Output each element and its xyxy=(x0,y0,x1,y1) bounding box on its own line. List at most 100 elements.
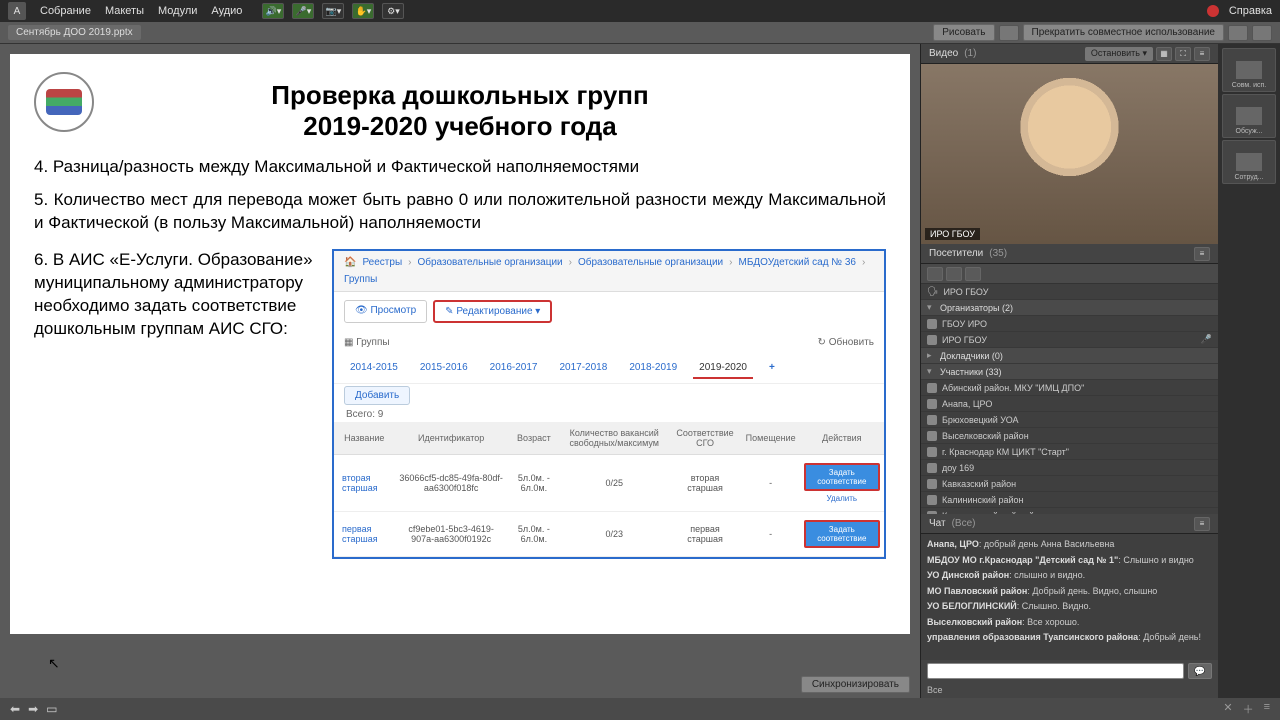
slide-thumbnails-button[interactable]: ▭ xyxy=(46,702,57,716)
menu-help[interactable]: Справка xyxy=(1229,5,1272,17)
slide-para-6: 6. В АИС «Е-Услуги. Образование» муницип… xyxy=(34,249,314,559)
adobe-logo-icon: A xyxy=(8,2,26,20)
chat-input[interactable] xyxy=(927,663,1184,679)
home-icon: 🏠 xyxy=(344,257,356,268)
camera-icon[interactable]: 📷▾ xyxy=(322,3,344,19)
attendees-toolbar xyxy=(921,264,1218,284)
add-year-button[interactable]: + xyxy=(763,358,781,379)
chat-message: Выселковский район: Все хорошо. xyxy=(927,616,1212,630)
send-button[interactable]: 💬 xyxy=(1188,663,1212,679)
attendee-tool-icon[interactable] xyxy=(946,267,962,281)
mic-icon[interactable]: 🎤▾ xyxy=(292,3,314,19)
panel-menu-icon[interactable]: ≡ xyxy=(1194,47,1210,61)
panel-menu-icon[interactable]: ≡ xyxy=(1194,247,1210,261)
fullscreen-icon[interactable] xyxy=(1228,25,1248,41)
list-item[interactable]: Кавказский район xyxy=(921,476,1218,492)
breadcrumb: 🏠 Реестры› Образовательные организации› … xyxy=(334,251,884,292)
presenters-section[interactable]: ▸Докладчики (0) xyxy=(921,348,1218,364)
layout-sharing-button[interactable]: Совм. исп. xyxy=(1222,48,1276,92)
chat-message: УО БЕЛОГЛИНСКИЙ: Слышно. Видно. xyxy=(927,600,1212,614)
list-item[interactable]: Выселковский район xyxy=(921,428,1218,444)
draw-button[interactable]: Рисовать xyxy=(933,24,994,41)
set-mapping-button[interactable]: Задать соответствие xyxy=(804,463,880,491)
year-tab[interactable]: 2018-2019 xyxy=(623,358,683,379)
bottom-bar: ⬅ ➡ ▭ ✕ ＋ ≡ xyxy=(0,698,1280,720)
slide-footer: ↖ Синхронизировать xyxy=(0,670,920,698)
chat-scope-dropdown[interactable]: Все xyxy=(927,685,943,695)
speaker-name-label: ИРО ГБОУ xyxy=(925,228,980,240)
edit-mode-button[interactable]: ✎ Редактирование ▾ xyxy=(433,300,552,323)
chat-message: Анапа, ЦРО: добрый день Анна Васильевна xyxy=(927,538,1212,552)
menu-meeting[interactable]: Собрание xyxy=(40,5,91,17)
list-item[interactable]: г. Краснодар КМ ЦИКТ "Старт" xyxy=(921,444,1218,460)
list-item[interactable]: ИРО ГБОУ🎤 xyxy=(921,332,1218,348)
year-tab[interactable]: 2017-2018 xyxy=(553,358,613,379)
mic-active-icon: 🎤 xyxy=(1201,334,1212,345)
table-row: вторая старшая 36066cf5-dc85-49fa-80df-a… xyxy=(334,454,884,511)
add-group-button[interactable]: Добавить xyxy=(344,386,410,405)
chat-message: управления образования Туапсинского райо… xyxy=(927,631,1212,645)
attendees-panel-header: Посетители(35) ≡ xyxy=(921,244,1218,264)
list-item[interactable]: Брюховецкий УОА xyxy=(921,412,1218,428)
delete-link[interactable]: Удалить xyxy=(804,494,880,503)
shared-file-tab[interactable]: Сентябрь ДОО 2019.pptx xyxy=(8,25,141,40)
year-tabs: 2014-2015 2015-2016 2016-2017 2017-2018 … xyxy=(334,354,884,384)
participants-section[interactable]: ▾Участники (33) xyxy=(921,364,1218,380)
recording-indicator-icon xyxy=(1207,5,1219,17)
set-mapping-button[interactable]: Задать соответствие xyxy=(804,520,880,548)
table-row: первая старшая cf9ebe01-5bc3-4619-907a-a… xyxy=(334,511,884,556)
stop-video-button[interactable]: Остановить ▾ xyxy=(1085,47,1153,61)
speaker-icon[interactable]: 🔊▾ xyxy=(262,3,284,19)
hosts-section[interactable]: ▾Организаторы (2) xyxy=(921,300,1218,316)
view-mode-button[interactable]: 👁 Просмотр xyxy=(344,300,427,323)
options-icon[interactable]: ≡ xyxy=(1264,701,1270,717)
euslugi-screenshot: 🏠 Реестры› Образовательные организации› … xyxy=(332,249,886,559)
menu-layouts[interactable]: Макеты xyxy=(105,5,144,17)
active-speaker-row: 🗣ИРО ГБОУ xyxy=(921,284,1218,300)
list-item[interactable]: Анапа, ЦРО xyxy=(921,396,1218,412)
slide-para-4: 4. Разница/разность между Максимальной и… xyxy=(34,156,886,179)
grid-view-icon[interactable]: ▦ xyxy=(1156,47,1172,61)
year-tab-active[interactable]: 2019-2020 xyxy=(693,358,753,379)
year-tab[interactable]: 2015-2016 xyxy=(414,358,474,379)
chat-message: МО Павловский район: Добрый день. Видно,… xyxy=(927,585,1212,599)
slide-para-5: 5. Количество мест для перевода может бы… xyxy=(34,189,886,235)
attendee-tool-icon[interactable] xyxy=(927,267,943,281)
groups-table: НазваниеИдентификаторВозраст Количество … xyxy=(334,422,884,557)
chat-message: УО Динской район: слышно и видно. xyxy=(927,569,1212,583)
total-count: Всего: 9 xyxy=(334,407,884,422)
raise-hand-icon[interactable]: ✋▾ xyxy=(352,3,374,19)
menu-audio[interactable]: Аудио xyxy=(211,5,242,17)
app-menubar: A Собрание Макеты Модули Аудио 🔊▾ 🎤▾ 📷▾ … xyxy=(0,0,1280,22)
layout-collab-button[interactable]: Сотруд... xyxy=(1222,140,1276,184)
list-item[interactable]: Калининский район xyxy=(921,492,1218,508)
share-menu-icon[interactable] xyxy=(1252,25,1272,41)
chat-input-row: 💬 xyxy=(921,660,1218,682)
refresh-button[interactable]: ↻ Обновить xyxy=(818,337,874,348)
prev-slide-button[interactable]: ⬅ xyxy=(10,702,20,716)
plus-icon[interactable]: ＋ xyxy=(1243,701,1254,717)
org-logo-icon xyxy=(34,72,94,132)
year-tab[interactable]: 2014-2015 xyxy=(344,358,404,379)
stop-sharing-button[interactable]: Прекратить совместное использование xyxy=(1023,24,1225,41)
video-panel-header: Видео(1) Остановить ▾ ▦ ⛶ ≡ xyxy=(921,44,1218,64)
sync-button[interactable]: Синхронизировать xyxy=(801,676,910,693)
list-item[interactable]: Абинский район. МКУ "ИМЦ ДПО" xyxy=(921,380,1218,396)
menu-pods[interactable]: Модули xyxy=(158,5,197,17)
speaking-icon: 🗣 xyxy=(927,286,938,297)
list-item[interactable]: ГБОУ ИРО xyxy=(921,316,1218,332)
fullscreen-icon[interactable]: ⛶ xyxy=(1175,47,1191,61)
panel-menu-icon[interactable]: ≡ xyxy=(1194,517,1210,531)
pointer-tool-icon[interactable] xyxy=(999,25,1019,41)
right-panels: Видео(1) Остановить ▾ ▦ ⛶ ≡ ИРО ГБОУ Пос… xyxy=(920,44,1218,698)
settings-icon[interactable]: ⚙▾ xyxy=(382,3,404,19)
attendees-list: 🗣ИРО ГБОУ ▾Организаторы (2) ГБОУ ИРО ИРО… xyxy=(921,284,1218,514)
slide: Проверка дошкольных групп 2019-2020 учеб… xyxy=(10,54,910,634)
year-tab[interactable]: 2016-2017 xyxy=(484,358,544,379)
list-item[interactable]: доу 169 xyxy=(921,460,1218,476)
next-slide-button[interactable]: ➡ xyxy=(28,702,38,716)
chat-messages: Анапа, ЦРО: добрый день Анна Васильевна … xyxy=(921,534,1218,660)
layout-discussion-button[interactable]: Обсуж... xyxy=(1222,94,1276,138)
attendee-tool-icon[interactable] xyxy=(965,267,981,281)
close-icon[interactable]: ✕ xyxy=(1223,701,1232,717)
